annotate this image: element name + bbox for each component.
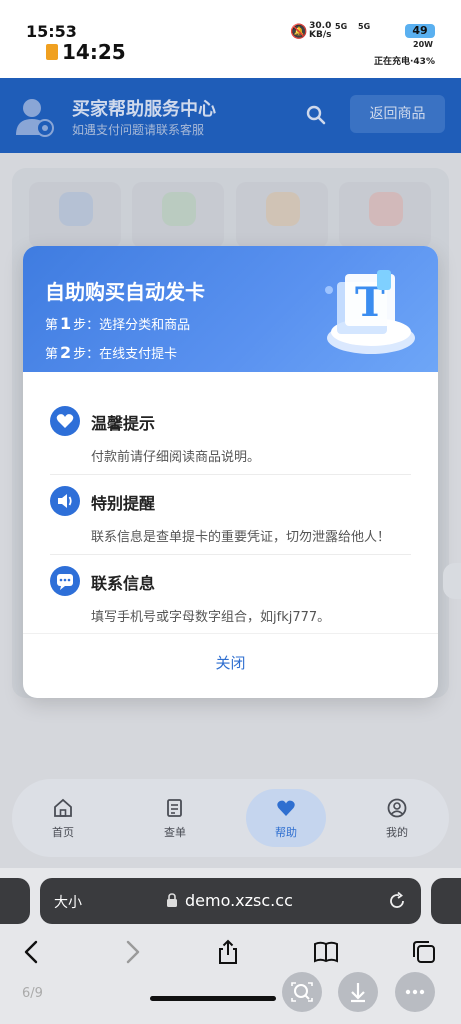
status-time-big: 14:25 [62,40,126,64]
text-size-button[interactable]: 大小 [54,892,82,912]
tip-text: 填写手机号或字母数字组合，如jfkj777。 [91,610,331,625]
signal-5g-2: 5G [358,22,371,31]
browser-toolbar [0,932,461,1024]
step-2: 第 2 步：在线支付提卡 [45,343,178,362]
tip-special-notice: 特别提醒 联系信息是查单提卡的重要凭证，切勿泄露给他人！ [50,486,410,546]
home-icon [54,798,72,817]
speaker-icon [50,486,80,516]
app-notification-icon [46,44,58,60]
more-button[interactable] [395,972,435,1012]
nav-item-help[interactable]: 帮助 [246,789,326,847]
heart-icon [277,800,295,816]
page-title: 买家帮助服务中心 [72,99,216,120]
more-dots-icon [405,989,425,995]
back-to-product-button[interactable]: 返回商品 [350,95,445,133]
network-speed: 30.0 KB/s [309,21,332,40]
nav-label: 我的 [386,826,408,839]
page-header: 买家帮助服务中心 如遇支付问题请联系客服 返回商品 [0,78,461,153]
chat-icon [50,566,80,596]
nav-item-orders[interactable]: 查单 [140,789,210,847]
tip-warm-reminder: 温馨提示 付款前请仔细阅读商品说明。 [50,406,410,466]
share-icon[interactable] [214,938,242,966]
receipt-icon [167,799,182,817]
tip-title: 温馨提示 [91,414,156,433]
reload-icon[interactable] [386,890,408,912]
charge-watt: 20W [413,40,433,49]
user-icon [387,798,407,818]
heart-icon [50,406,80,436]
modal-header: 自助购买自动发卡 第 1 步：选择分类和商品 第 2 步：在线支付提卡 T [23,246,438,372]
url-text[interactable]: demo.xzsc.cc [185,891,293,910]
tip-title: 特别提醒 [91,494,156,513]
page-subtitle: 如遇支付问题请联系客服 [72,123,205,137]
nav-item-home[interactable]: 首页 [28,789,98,847]
close-button[interactable]: 关闭 [23,634,438,698]
nav-label: 首页 [52,826,74,839]
battery-indicator: 49 [405,24,435,38]
forward-arrow-icon[interactable] [118,938,146,966]
tabs-icon[interactable] [410,938,438,966]
step-1: 第 1 步：选择分类和商品 [45,314,191,333]
lock-icon [167,893,177,907]
tip-text: 付款前请仔细阅读商品说明。 [91,450,261,465]
floating-service-button[interactable] [443,563,461,599]
charging-text: 正在充电·43% [374,57,435,67]
home-indicator [150,996,276,1001]
text-card-illustration-icon: T [325,270,415,354]
scan-search-icon [291,982,313,1002]
divider [50,474,411,475]
mute-bell-icon: 🔕 [290,24,308,40]
bottom-nav: 首页 查单 帮助 我的 [12,779,449,857]
bookmarks-icon[interactable] [312,938,340,966]
modal-title: 自助购买自动发卡 [45,280,205,304]
nav-label: 查单 [164,826,186,839]
visual-search-button[interactable] [282,972,322,1012]
nav-item-mine[interactable]: 我的 [362,789,432,847]
search-icon[interactable] [306,105,326,125]
customer-service-icon [16,99,54,137]
tip-title: 联系信息 [91,574,156,593]
signal-5g-1: 5G [335,22,348,31]
previous-tab-preview[interactable] [0,878,30,924]
help-modal: 自助购买自动发卡 第 1 步：选择分类和商品 第 2 步：在线支付提卡 T 温馨提示 付… [23,246,438,698]
download-icon [351,983,365,1003]
back-arrow-icon[interactable] [18,938,46,966]
tip-text: 联系信息是查单提卡的重要凭证，切勿泄露给他人！ [91,530,391,545]
next-tab-preview[interactable] [431,878,461,924]
page-counter: 6/9 [22,986,43,1001]
tip-contact-info: 联系信息 填写手机号或字母数字组合，如jfkj777。 [50,566,410,626]
status-time-small: 15:53 [26,22,77,41]
download-button[interactable] [338,972,378,1012]
status-bar: 15:53 14:25 🔕 30.0 KB/s 5G 5G 49 20W 正在充… [0,0,461,78]
divider [50,554,411,555]
nav-label: 帮助 [275,826,297,839]
address-bar[interactable]: 大小 demo.xzsc.cc [40,878,421,924]
